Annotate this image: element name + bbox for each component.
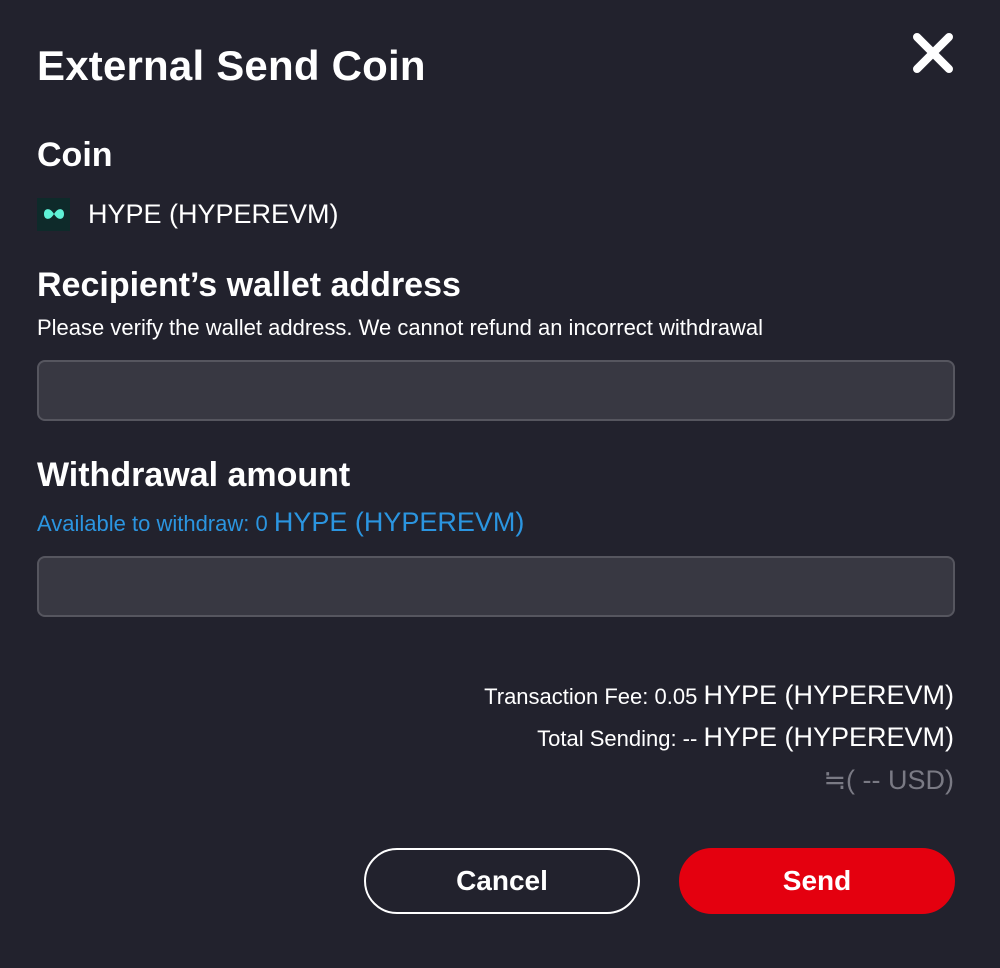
total-unit: HYPE (HYPEREVM) — [703, 722, 954, 752]
usd-estimate: ≒( -- USD) — [823, 765, 954, 795]
recipient-hint: Please verify the wallet address. We can… — [37, 315, 763, 340]
fee-prefix: Transaction Fee: 0.05 — [484, 684, 698, 709]
recipient-label: Recipient’s wallet address — [37, 266, 461, 304]
close-icon — [913, 33, 953, 73]
dialog-title: External Send Coin — [37, 42, 426, 89]
transaction-fee: Transaction Fee: 0.05 HYPE (HYPEREVM) — [484, 677, 954, 715]
withdrawal-amount-input[interactable] — [37, 556, 955, 617]
external-send-coin-dialog: External Send Coin Coin HYPE (HYPEREVM) … — [0, 0, 1000, 968]
withdrawal-label: Withdrawal amount — [37, 456, 351, 494]
available-unit: HYPE (HYPEREVM) — [273, 507, 525, 537]
total-sending: Total Sending: -- HYPE (HYPEREVM) — [537, 719, 954, 757]
cancel-button[interactable]: Cancel — [364, 848, 640, 914]
hyperliquid-logo-icon — [37, 197, 70, 231]
fee-unit: HYPE (HYPEREVM) — [703, 680, 954, 710]
available-to-withdraw: Available to withdraw: 0 HYPE (HYPEREVM) — [37, 505, 524, 541]
coin-name: HYPE (HYPEREVM) — [88, 199, 339, 229]
close-button[interactable] — [908, 28, 958, 78]
coin-row: HYPE (HYPEREVM) — [37, 194, 339, 234]
available-prefix: Available to withdraw: 0 — [37, 511, 268, 536]
wallet-address-input[interactable] — [37, 360, 955, 421]
send-button[interactable]: Send — [679, 848, 955, 914]
total-prefix: Total Sending: -- — [537, 726, 698, 751]
coin-label: Coin — [37, 136, 113, 174]
